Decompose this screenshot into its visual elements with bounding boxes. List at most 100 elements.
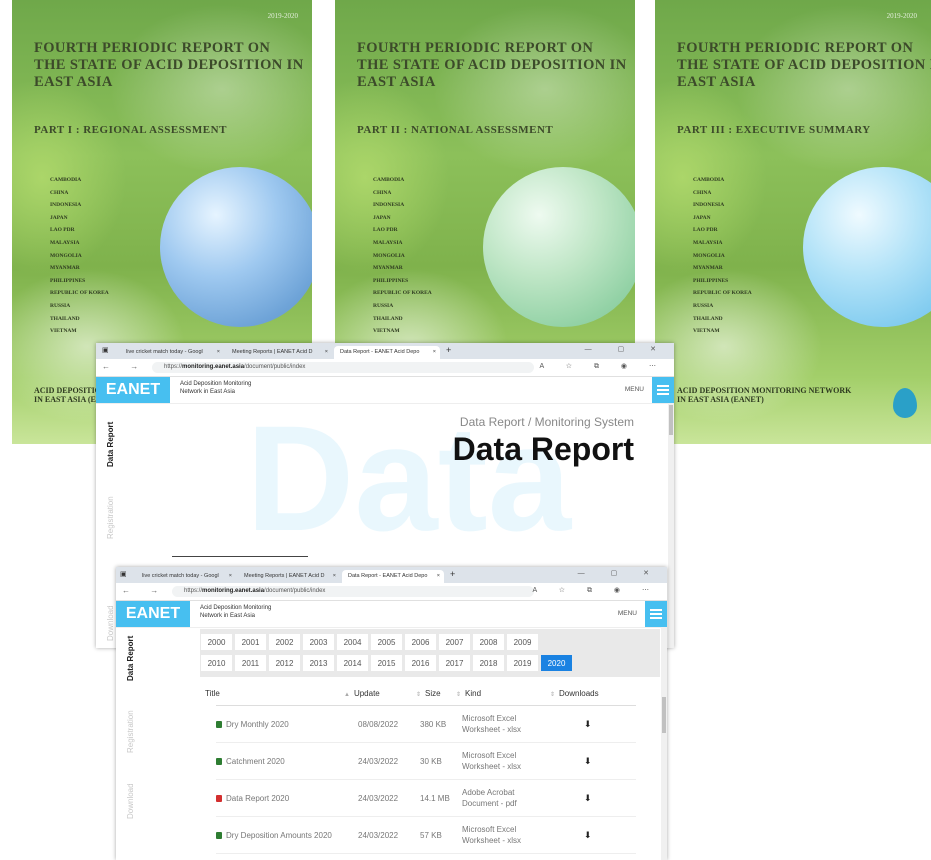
- tab-actions-icon[interactable]: ▣: [102, 346, 109, 354]
- close-tab-icon[interactable]: ×: [333, 570, 336, 583]
- close-tab-icon[interactable]: ×: [437, 570, 440, 583]
- sort-icon: ⇕: [550, 692, 556, 698]
- close-tab-icon[interactable]: ×: [433, 346, 436, 359]
- globe-image: [483, 167, 635, 327]
- scrollbar[interactable]: [661, 627, 667, 860]
- browser-tab-active[interactable]: Data Report - EANET Acid Depo ×: [342, 570, 444, 583]
- vertical-sidebar: Data Report Registration Download: [116, 627, 152, 860]
- sort-icon: ⇕: [456, 692, 462, 698]
- url-field[interactable]: https://monitoring.eanet.asia/document/p…: [172, 586, 534, 597]
- country: Japan: [693, 214, 711, 221]
- column-header-downloads[interactable]: ⇕ Downloads: [550, 689, 599, 698]
- year-button-selected[interactable]: 2020: [540, 654, 573, 672]
- scrollbar[interactable]: [668, 403, 674, 648]
- browser-tab[interactable]: Meeting Reports | EANET Acid D ×: [226, 346, 332, 359]
- column-header-title[interactable]: Title: [205, 689, 220, 698]
- window-controls[interactable]: — ▢ ✕: [578, 569, 661, 577]
- file-update: 24/03/2022: [358, 830, 399, 840]
- file-title: Dry Deposition Amounts 2020: [226, 830, 332, 840]
- tab-actions-icon[interactable]: ▣: [120, 570, 127, 578]
- file-size: 380 KB: [420, 719, 447, 729]
- browser-tab[interactable]: live cricket match today - Googl ×: [120, 346, 224, 359]
- year-button[interactable]: 2003: [302, 633, 335, 651]
- close-tab-icon[interactable]: ×: [229, 570, 232, 583]
- year-button[interactable]: 2016: [404, 654, 437, 672]
- browser-tab[interactable]: live cricket match today - Googl ×: [136, 570, 236, 583]
- menu-label[interactable]: MENU: [625, 386, 644, 393]
- new-tab-button[interactable]: +: [450, 569, 455, 579]
- country: Republic of Korea: [50, 290, 109, 297]
- year-button[interactable]: 2010: [200, 654, 233, 672]
- address-bar: ← → ↻ https://monitoring.eanet.asia/docu…: [96, 359, 674, 377]
- country: China: [50, 189, 69, 196]
- browser-toolbar-icons[interactable]: A ☆ ⧉ ◉ ⋯: [533, 586, 659, 595]
- sidebar-tab-data-report[interactable]: Data Report: [106, 422, 115, 467]
- country: Philippines: [50, 277, 86, 284]
- year-button[interactable]: 2004: [336, 633, 369, 651]
- year-button[interactable]: 2014: [336, 654, 369, 672]
- eanet-logo[interactable]: EANET: [96, 377, 170, 403]
- sidebar-tab-download[interactable]: Download: [106, 605, 115, 641]
- globe-image: [160, 167, 312, 327]
- country: Lao PDR: [50, 227, 75, 234]
- country: Lao PDR: [373, 227, 398, 234]
- year-button[interactable]: 2006: [404, 633, 437, 651]
- country: Japan: [373, 214, 391, 221]
- file-update: 24/03/2022: [358, 793, 399, 803]
- year-selector: 2000 2001 2002 2003 2004 2005 2006 2007 …: [200, 629, 660, 677]
- globe-image: [803, 167, 931, 327]
- close-tab-icon[interactable]: ×: [325, 346, 328, 359]
- browser-toolbar-icons[interactable]: A ☆ ⧉ ◉ ⋯: [540, 362, 666, 371]
- file-size: 14.1 MB: [420, 793, 450, 803]
- country-list: Cambodia China Indonesia Japan Lao PDR Malays…: [693, 174, 752, 338]
- column-header-kind[interactable]: ⇕ Kind: [456, 689, 481, 698]
- new-tab-button[interactable]: +: [446, 345, 451, 355]
- country: China: [373, 189, 392, 196]
- country: Russia: [373, 302, 394, 309]
- year-button[interactable]: 2011: [234, 654, 267, 672]
- download-icon[interactable]: ⬇: [584, 706, 592, 742]
- eanet-logo[interactable]: EANET: [116, 601, 190, 627]
- column-header-size[interactable]: ⇕ Size: [416, 689, 441, 698]
- year-button[interactable]: 2015: [370, 654, 403, 672]
- sidebar-tab-registration[interactable]: Registration: [106, 496, 115, 539]
- tab-bar: ▣ live cricket match today - Googl × Meet…: [96, 343, 674, 359]
- year-button[interactable]: 2018: [472, 654, 505, 672]
- sidebar-tab-download[interactable]: Download: [126, 783, 135, 819]
- country: Vietnam: [50, 328, 77, 335]
- year-button[interactable]: 2000: [200, 633, 233, 651]
- site-name: Acid Deposition Monitoring Network in Eas…: [200, 605, 272, 619]
- year-button[interactable]: 2019: [506, 654, 539, 672]
- year-button[interactable]: 2001: [234, 633, 267, 651]
- year-button[interactable]: 2008: [472, 633, 505, 651]
- url-field[interactable]: https://monitoring.eanet.asia/document/p…: [152, 362, 534, 373]
- year-button[interactable]: 2009: [506, 633, 539, 651]
- browser-window-data: ▣ live cricket match today - Googl × Meet…: [116, 567, 667, 860]
- hamburger-menu-icon[interactable]: [645, 601, 667, 627]
- menu-label[interactable]: MENU: [618, 610, 637, 617]
- year-button[interactable]: 2007: [438, 633, 471, 651]
- country: Japan: [50, 214, 68, 221]
- year-button[interactable]: 2012: [268, 654, 301, 672]
- column-header-update[interactable]: ▲ Update: [344, 689, 380, 698]
- sidebar-tab-data-report[interactable]: Data Report: [126, 636, 135, 681]
- country-list: Cambodia China Indonesia Japan Lao PDR Malays…: [50, 174, 109, 338]
- file-title: Catchment 2020: [226, 756, 285, 766]
- country: Russia: [50, 302, 71, 309]
- year-button[interactable]: 2017: [438, 654, 471, 672]
- country: Mongolia: [50, 252, 82, 259]
- year-button[interactable]: 2005: [370, 633, 403, 651]
- browser-tab[interactable]: Meeting Reports | EANET Acid D ×: [238, 570, 340, 583]
- browser-tab-active[interactable]: Data Report - EANET Acid Depo ×: [334, 346, 440, 359]
- book-cover-part-3: 2019-2020 Fourth Periodic Report on the …: [655, 0, 931, 444]
- window-controls[interactable]: — ▢ ✕: [585, 345, 668, 353]
- download-icon[interactable]: ⬇: [584, 743, 592, 779]
- year-button[interactable]: 2013: [302, 654, 335, 672]
- download-icon[interactable]: ⬇: [584, 817, 592, 853]
- close-tab-icon[interactable]: ×: [217, 346, 220, 359]
- hamburger-menu-icon[interactable]: [652, 377, 674, 403]
- year-button[interactable]: 2002: [268, 633, 301, 651]
- sidebar-tab-registration[interactable]: Registration: [126, 710, 135, 753]
- file-title: Data Report 2020: [226, 793, 290, 803]
- download-icon[interactable]: ⬇: [584, 780, 592, 816]
